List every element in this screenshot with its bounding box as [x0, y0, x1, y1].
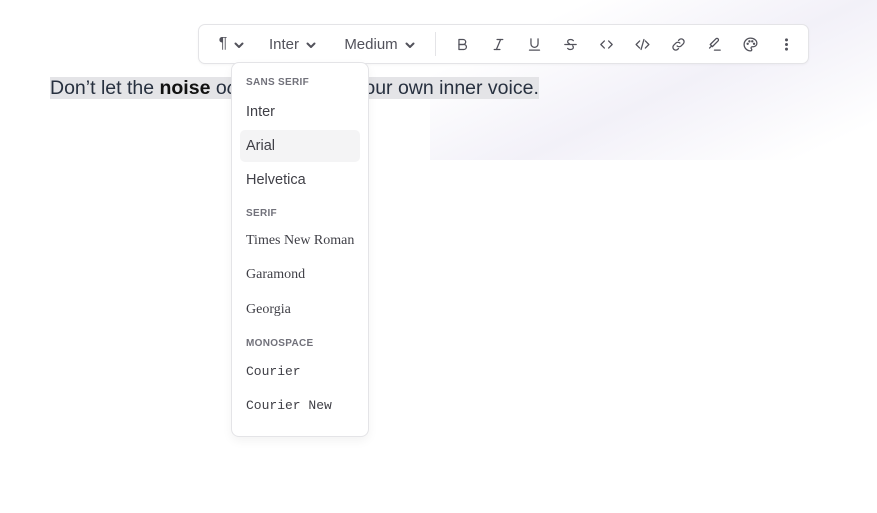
strikethrough-icon	[563, 38, 577, 50]
code-block-button[interactable]	[624, 29, 660, 59]
link-button[interactable]	[660, 29, 696, 59]
code-block-icon	[634, 38, 650, 50]
highlighter-icon	[708, 37, 721, 51]
chevron-down-icon	[404, 38, 416, 50]
font-option-inter[interactable]: Inter	[240, 96, 360, 128]
font-weight-value: Medium	[344, 35, 398, 53]
font-option-georgia[interactable]: Georgia	[240, 294, 360, 326]
underline-button[interactable]	[516, 29, 552, 59]
block-type-dropdown[interactable]: ¶	[209, 29, 255, 59]
text-color-button[interactable]	[732, 29, 768, 59]
italic-icon	[493, 38, 503, 50]
group-label-serif: SERIF	[246, 208, 277, 219]
font-option-garamond[interactable]: Garamond	[240, 259, 360, 291]
chevron-down-icon	[233, 38, 245, 50]
code-button[interactable]	[588, 29, 624, 59]
formatting-toolbar: ¶ Inter Medium	[198, 24, 809, 64]
italic-button[interactable]	[480, 29, 516, 59]
chevron-down-icon	[305, 38, 317, 50]
link-icon	[671, 37, 685, 51]
font-family-menu: SANS SERIF Inter Arial Helvetica SERIF T…	[231, 62, 369, 437]
font-family-dropdown[interactable]: Inter	[255, 29, 331, 59]
group-label-sans-serif: SANS SERIF	[246, 77, 310, 88]
code-icon	[599, 39, 613, 49]
font-option-helvetica[interactable]: Helvetica	[240, 164, 360, 196]
palette-icon	[742, 36, 758, 52]
font-weight-dropdown[interactable]: Medium	[331, 29, 429, 59]
font-option-courier-new[interactable]: Courier New	[240, 389, 360, 421]
bold-button[interactable]	[444, 29, 480, 59]
more-options-button[interactable]	[768, 29, 804, 59]
font-option-arial[interactable]: Arial	[240, 130, 360, 162]
bold-icon	[457, 38, 467, 50]
more-vertical-icon	[784, 37, 788, 51]
font-option-times-new-roman[interactable]: Times New Roman	[240, 225, 360, 257]
underline-icon	[528, 37, 540, 51]
highlight-button[interactable]	[696, 29, 732, 59]
font-option-courier[interactable]: Courier	[240, 355, 360, 387]
text-segment: Don’t let the	[50, 77, 160, 99]
bold-text: noise	[159, 77, 211, 99]
toolbar-divider	[435, 32, 436, 56]
text-segment: o	[210, 77, 227, 99]
pilcrow-icon: ¶	[218, 35, 228, 52]
font-family-value: Inter	[268, 35, 299, 53]
group-label-monospace: MONOSPACE	[246, 338, 314, 349]
strikethrough-button[interactable]	[552, 29, 588, 59]
